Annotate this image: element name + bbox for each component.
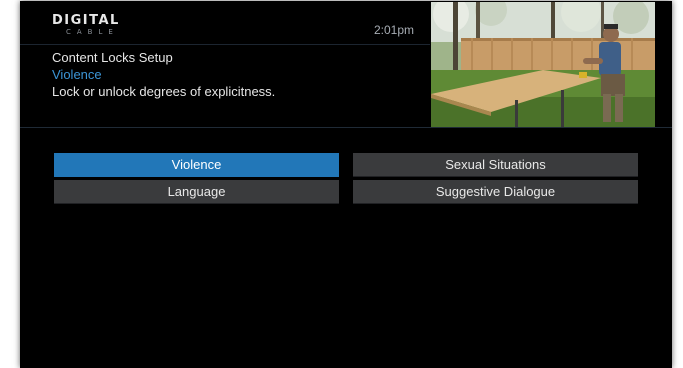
clock: 2:01pm: [374, 23, 415, 37]
menu-item-sexual-situations[interactable]: Sexual Situations: [353, 153, 638, 177]
title-block: Content Locks Setup Violence Lock or unl…: [52, 49, 422, 100]
page-title: Content Locks Setup: [52, 50, 173, 65]
page-subtitle: Violence: [52, 67, 102, 82]
menu-item-violence[interactable]: Violence: [54, 153, 339, 177]
page-description: Lock or unlock degrees of explicitness.: [52, 84, 276, 99]
video-preview-image: [431, 2, 655, 127]
menu-item-language[interactable]: Language: [54, 180, 339, 204]
video-preview[interactable]: [431, 2, 655, 127]
digital-cable-logo: DIGITAL CABLE: [52, 14, 132, 38]
header-divider: [20, 44, 430, 45]
logo-wordmark: DIGITAL: [52, 13, 120, 28]
header-bottom-divider: [20, 127, 672, 128]
menu-item-suggestive-dialogue[interactable]: Suggestive Dialogue: [353, 180, 638, 204]
header: DIGITAL CABLE 2:01pm Content Locks Setup…: [20, 1, 672, 127]
logo-subtitle: CABLE: [66, 28, 119, 36]
tv-screen: DIGITAL CABLE 2:01pm Content Locks Setup…: [20, 1, 672, 368]
